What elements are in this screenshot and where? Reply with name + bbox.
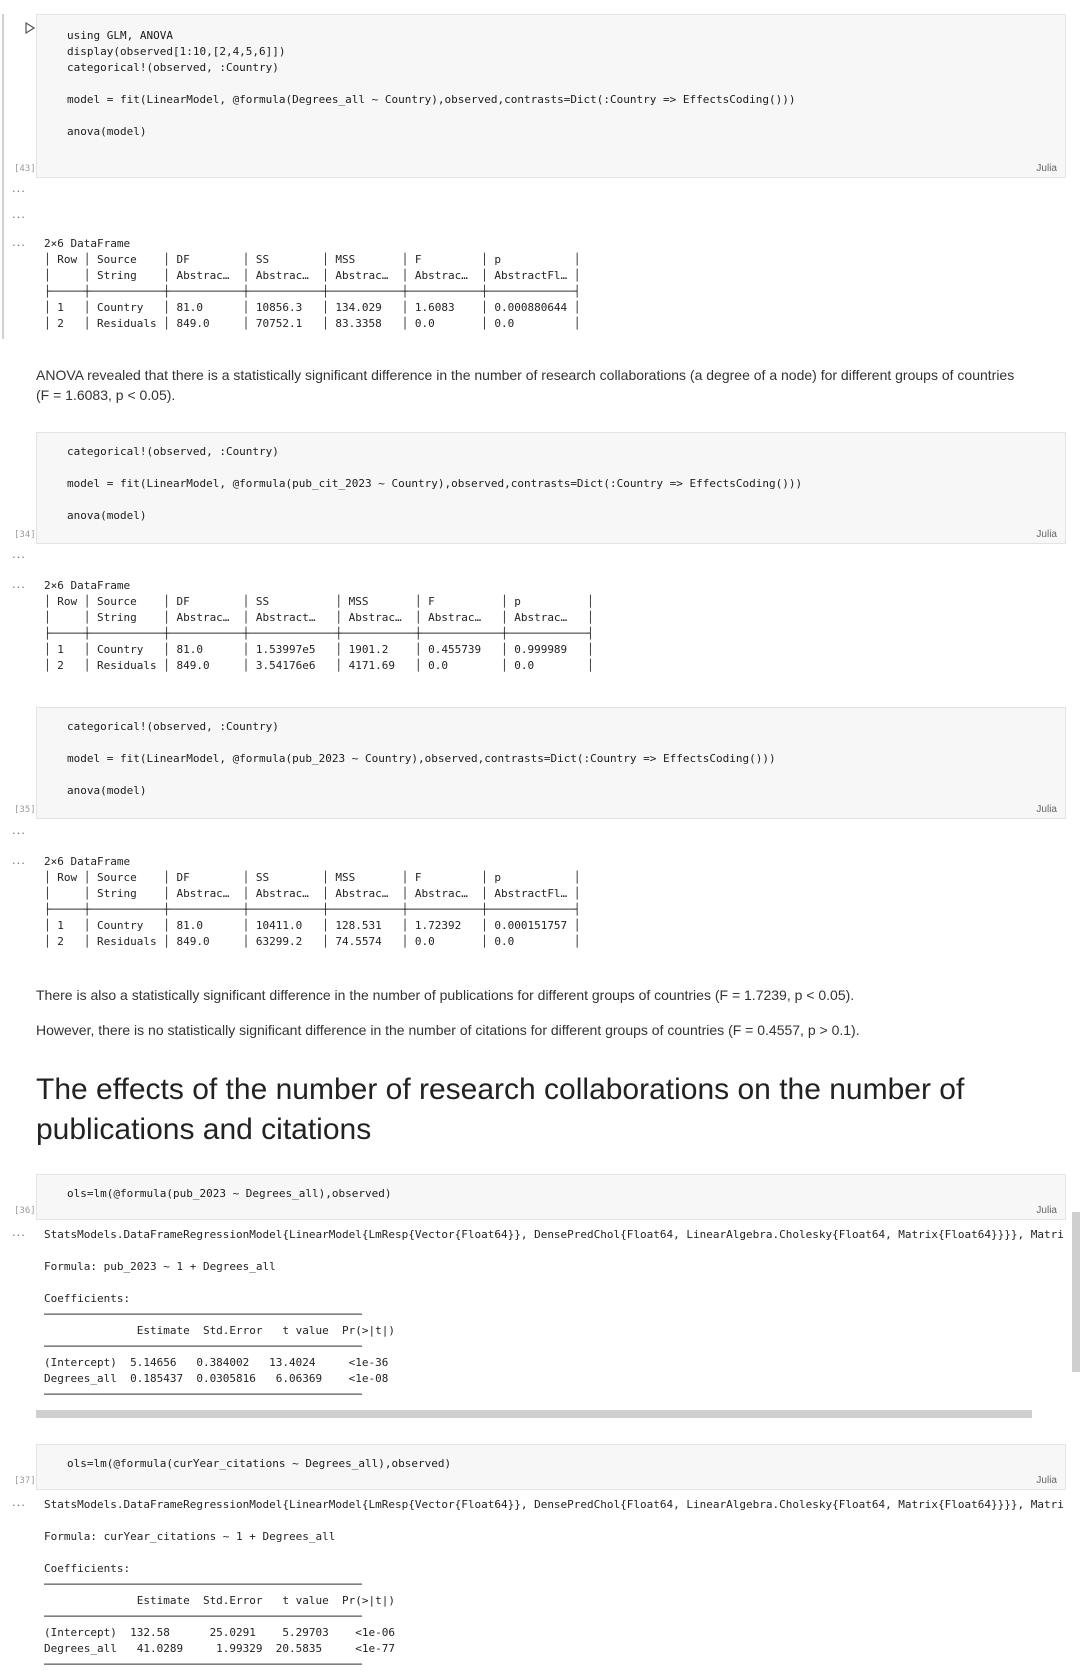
output-line: Formula: curYear_citations ~ 1 + Degrees… [44,1530,336,1543]
code-line: model = fit(LinearModel, @formula(Degree… [67,93,796,106]
play-icon [25,22,35,34]
output-line: (Intercept) 5.14656 0.384002 13.4024 <1e… [44,1356,389,1369]
anova-output-2: 2×6 DataFrame │ Row │ Source │ DF │ SS │ … [44,578,594,674]
output-line: │ │ String │ Abstrac… │ Abstrac… │ Abstr… [44,269,581,282]
execution-count: [37] [14,1476,36,1486]
output-line: Formula: pub_2023 ~ 1 + Degrees_all [44,1260,276,1273]
anova-output-3: 2×6 DataFrame │ Row │ Source │ DF │ SS │ … [44,854,580,950]
output-line: Estimate Std.Error t value Pr(>|t|) [44,1324,395,1337]
output-line: │ 1 │ Country │ 81.0 │ 1.53997e5 │ 1901.… [44,643,594,656]
regression-output-1: StatsModels.DataFrameRegressionModel{Lin… [44,1227,1064,1403]
horizontal-scrollbar[interactable] [36,1410,1032,1418]
code-line: categorical!(observed, :Country) [67,720,279,733]
execution-count: [35] [14,805,36,815]
output-line: │ 2 │ Residuals │ 849.0 │ 63299.2 │ 74.5… [44,935,581,948]
output-collapse-toggle[interactable]: ... [12,546,26,561]
output-line: │ │ String │ Abstrac… │ Abstract… │ Abst… [44,611,594,624]
output-line: ────────────────────────────────────────… [44,1578,362,1591]
output-line: │ 1 │ Country │ 81.0 │ 10411.0 │ 128.531… [44,919,581,932]
code-line: categorical!(observed, :Country) [67,61,279,74]
execution-count: [43] [14,164,36,174]
output-line: │ Row │ Source │ DF │ SS │ MSS │ F │ p │ [44,253,581,266]
code-line: display(observed[1:10,[2,4,5,6]]) [67,45,286,58]
language-label[interactable]: Julia [1036,1475,1057,1486]
output-collapse-toggle[interactable]: ... [12,206,26,221]
markdown-paragraph: ANOVA revealed that there is a statistic… [36,367,1015,403]
output-collapse-toggle[interactable]: ... [12,576,26,591]
output-line: ├─────┼───────────┼───────────┼─────────… [44,627,594,640]
section-heading: The effects of the number of research co… [36,1073,965,1146]
output-collapse-toggle[interactable]: ... [12,180,26,195]
output-line: StatsModels.DataFrameRegressionModel{Lin… [44,1498,1064,1511]
language-label[interactable]: Julia [1036,529,1057,540]
output-line: │ 2 │ Residuals │ 849.0 │ 3.54176e6 │ 41… [44,659,594,672]
output-line: 2×6 DataFrame [44,237,131,250]
anova-output-1: 2×6 DataFrame │ Row │ Source │ DF │ SS │ … [44,236,580,332]
code-cell-2[interactable]: categorical!(observed, :Country) model =… [36,432,1066,544]
output-line: ────────────────────────────────────────… [44,1340,362,1353]
execution-count: [36] [14,1206,36,1216]
output-line: │ Row │ Source │ DF │ SS │ MSS │ F │ p │ [44,595,594,608]
code-cell-1[interactable]: using GLM, ANOVA display(observed[1:10,[… [36,14,1066,178]
code-line: categorical!(observed, :Country) [67,445,279,458]
language-label[interactable]: Julia [1036,804,1057,815]
code-cell-3[interactable]: categorical!(observed, :Country) model =… [36,707,1066,819]
output-collapse-toggle[interactable]: ... [12,234,26,249]
execution-count: [34] [14,530,36,540]
output-line: ├─────┼───────────┼───────────┼─────────… [44,285,581,298]
code-line: model = fit(LinearModel, @formula(pub_20… [67,752,776,765]
code-cell-5[interactable]: ols=lm(@formula(curYear_citations ~ Degr… [36,1444,1066,1490]
output-line: │ 1 │ Country │ 81.0 │ 10856.3 │ 134.029… [44,301,581,314]
output-line: 2×6 DataFrame [44,579,131,592]
output-line: StatsModels.DataFrameRegressionModel{Lin… [44,1228,1064,1241]
code-line: model = fit(LinearModel, @formula(pub_ci… [67,477,803,490]
code-line: ols=lm(@formula(curYear_citations ~ Degr… [67,1457,452,1470]
output-collapse-toggle[interactable]: ... [12,1494,26,1509]
code-line: anova(model) [67,509,147,522]
regression-output-2: StatsModels.DataFrameRegressionModel{Lin… [44,1497,1064,1673]
output-line: │ 2 │ Residuals │ 849.0 │ 70752.1 │ 83.3… [44,317,581,330]
language-label[interactable]: Julia [1036,1205,1057,1216]
output-line: │ Row │ Source │ DF │ SS │ MSS │ F │ p │ [44,871,581,884]
output-collapse-toggle[interactable]: ... [12,852,26,867]
output-line: Coefficients: [44,1562,131,1575]
output-line: │ │ String │ Abstrac… │ Abstrac… │ Abstr… [44,887,581,900]
output-collapse-toggle[interactable]: ... [12,822,26,837]
output-collapse-toggle[interactable]: ... [12,1224,26,1239]
output-line: Estimate Std.Error t value Pr(>|t|) [44,1594,395,1607]
markdown-paragraph: There is also a statistically significan… [36,987,855,1003]
output-line: Degrees_all 0.185437 0.0305816 6.06369 <… [44,1372,389,1385]
code-line: ols=lm(@formula(pub_2023 ~ Degrees_all),… [67,1187,392,1200]
output-line: ├─────┼───────────┼───────────┼─────────… [44,903,581,916]
output-line: ────────────────────────────────────────… [44,1658,362,1671]
language-label[interactable]: Julia [1036,163,1057,174]
output-line: ────────────────────────────────────────… [44,1388,362,1401]
code-line: anova(model) [67,784,147,797]
output-line: 2×6 DataFrame [44,855,131,868]
vertical-scrollbar[interactable] [1072,1212,1080,1372]
output-line: Degrees_all 41.0289 1.99329 20.5835 <1e-… [44,1642,395,1655]
output-line: Coefficients: [44,1292,131,1305]
code-line: anova(model) [67,125,147,138]
markdown-paragraph: However, there is no statistically signi… [36,1022,860,1038]
code-line: using GLM, ANOVA [67,29,173,42]
output-line: ────────────────────────────────────────… [44,1610,362,1623]
code-cell-4[interactable]: ols=lm(@formula(pub_2023 ~ Degrees_all),… [36,1174,1066,1220]
cell-focus-bar [2,14,4,339]
output-line: (Intercept) 132.58 25.0291 5.29703 <1e-0… [44,1626,395,1639]
output-line: ────────────────────────────────────────… [44,1308,362,1321]
